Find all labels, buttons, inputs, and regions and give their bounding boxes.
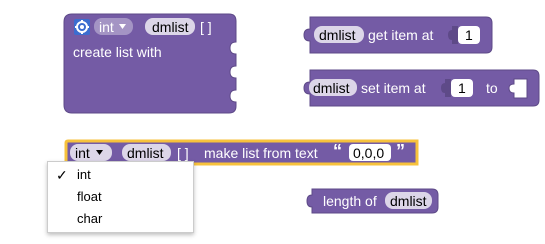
- set-to-label: to: [486, 80, 498, 96]
- check-icon: ✓: [56, 167, 68, 183]
- create-var-name[interactable]: dmlist: [152, 19, 189, 35]
- gear-icon[interactable]: [74, 19, 90, 35]
- close-quote-icon: ”: [396, 141, 405, 161]
- type-dropdown-menu: ✓ int float char: [47, 161, 194, 233]
- menu-item-char[interactable]: char: [48, 208, 193, 228]
- open-quote-icon: “: [333, 141, 342, 161]
- menu-item-label: int: [77, 167, 91, 182]
- set-var-name[interactable]: dmlist: [313, 80, 350, 96]
- menu-item-float[interactable]: float: [48, 186, 193, 206]
- create-list-label: create list with: [73, 44, 162, 60]
- set-item-label: set item at: [361, 80, 426, 96]
- menu-item-label: char: [77, 211, 103, 226]
- length-var-name[interactable]: dmlist: [390, 193, 427, 209]
- from-text-type-dropdown[interactable]: int: [75, 145, 90, 161]
- get-item-label: get item at: [368, 27, 434, 43]
- menu-item-int[interactable]: ✓ int: [48, 164, 193, 184]
- from-text-label: make list from text: [204, 145, 318, 161]
- from-text-var-name[interactable]: dmlist: [127, 145, 164, 161]
- create-brackets: [ ]: [200, 19, 212, 35]
- create-type-dropdown[interactable]: int: [99, 19, 114, 35]
- get-var-name[interactable]: dmlist: [319, 27, 356, 43]
- menu-item-label: float: [77, 189, 102, 204]
- get-index-value[interactable]: 1: [465, 27, 473, 43]
- from-text-brackets: [ ]: [177, 145, 189, 161]
- from-text-value[interactable]: 0,0,0: [353, 145, 384, 161]
- set-index-value[interactable]: 1: [458, 80, 466, 96]
- length-of-label: length of: [323, 193, 377, 209]
